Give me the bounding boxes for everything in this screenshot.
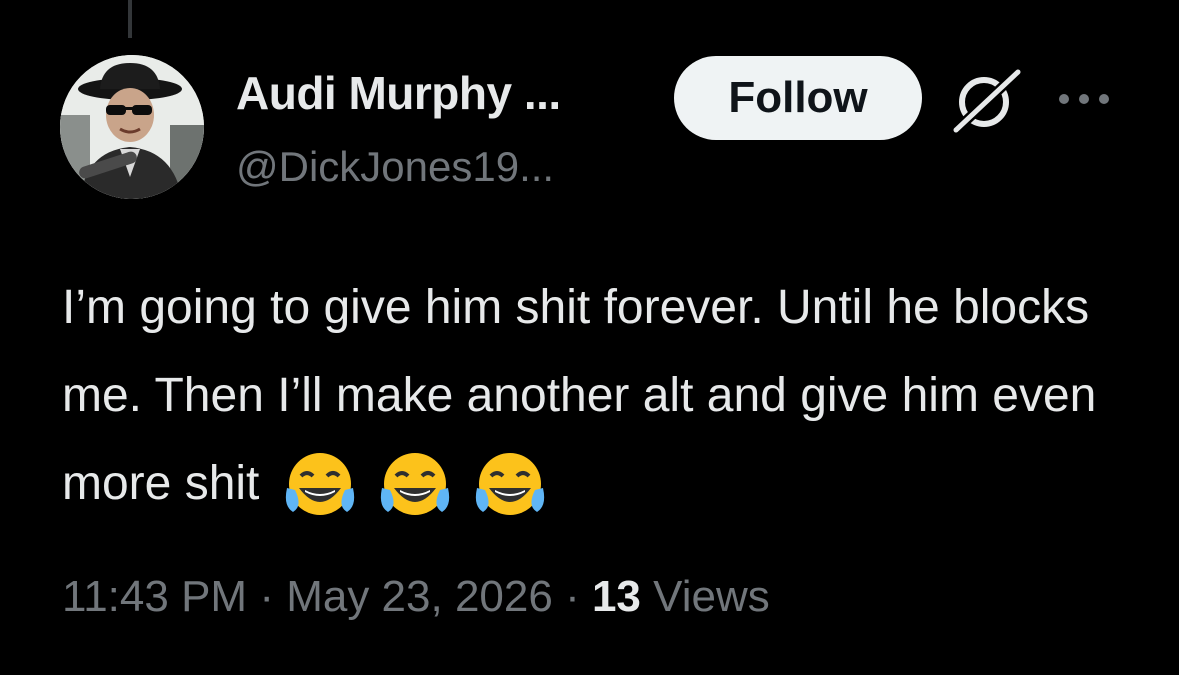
tweet-text: I’m going to give him shit forever. Unti… [62,281,1097,510]
grok-icon[interactable] [948,66,1024,134]
avatar-image [60,55,204,199]
face-with-tears-of-joy-icon [476,453,545,516]
emoji-group [281,450,554,522]
tweet-meta: 11:43 PM · May 23, 2026 · 13 Views [62,572,770,622]
author-handle[interactable]: @DickJones19... [236,143,554,191]
thread-connector-line [128,0,132,38]
meta-separator: · [565,572,580,621]
avatar[interactable] [60,55,204,199]
follow-button[interactable]: Follow [674,56,922,140]
author-display-name[interactable]: Audi Murphy ... [236,66,561,120]
views-label[interactable]: Views [653,572,770,621]
face-with-tears-of-joy-icon [285,453,354,516]
face-with-tears-of-joy-icon [380,453,450,516]
tweet-body: I’m going to give him shit forever. Unti… [62,264,1142,528]
tweet-time[interactable]: 11:43 PM [62,572,247,621]
tweet-date[interactable]: May 23, 2026 [286,572,553,621]
meta-separator: · [259,572,274,621]
views-count[interactable]: 13 [592,572,641,621]
more-icon[interactable] [1054,84,1114,114]
